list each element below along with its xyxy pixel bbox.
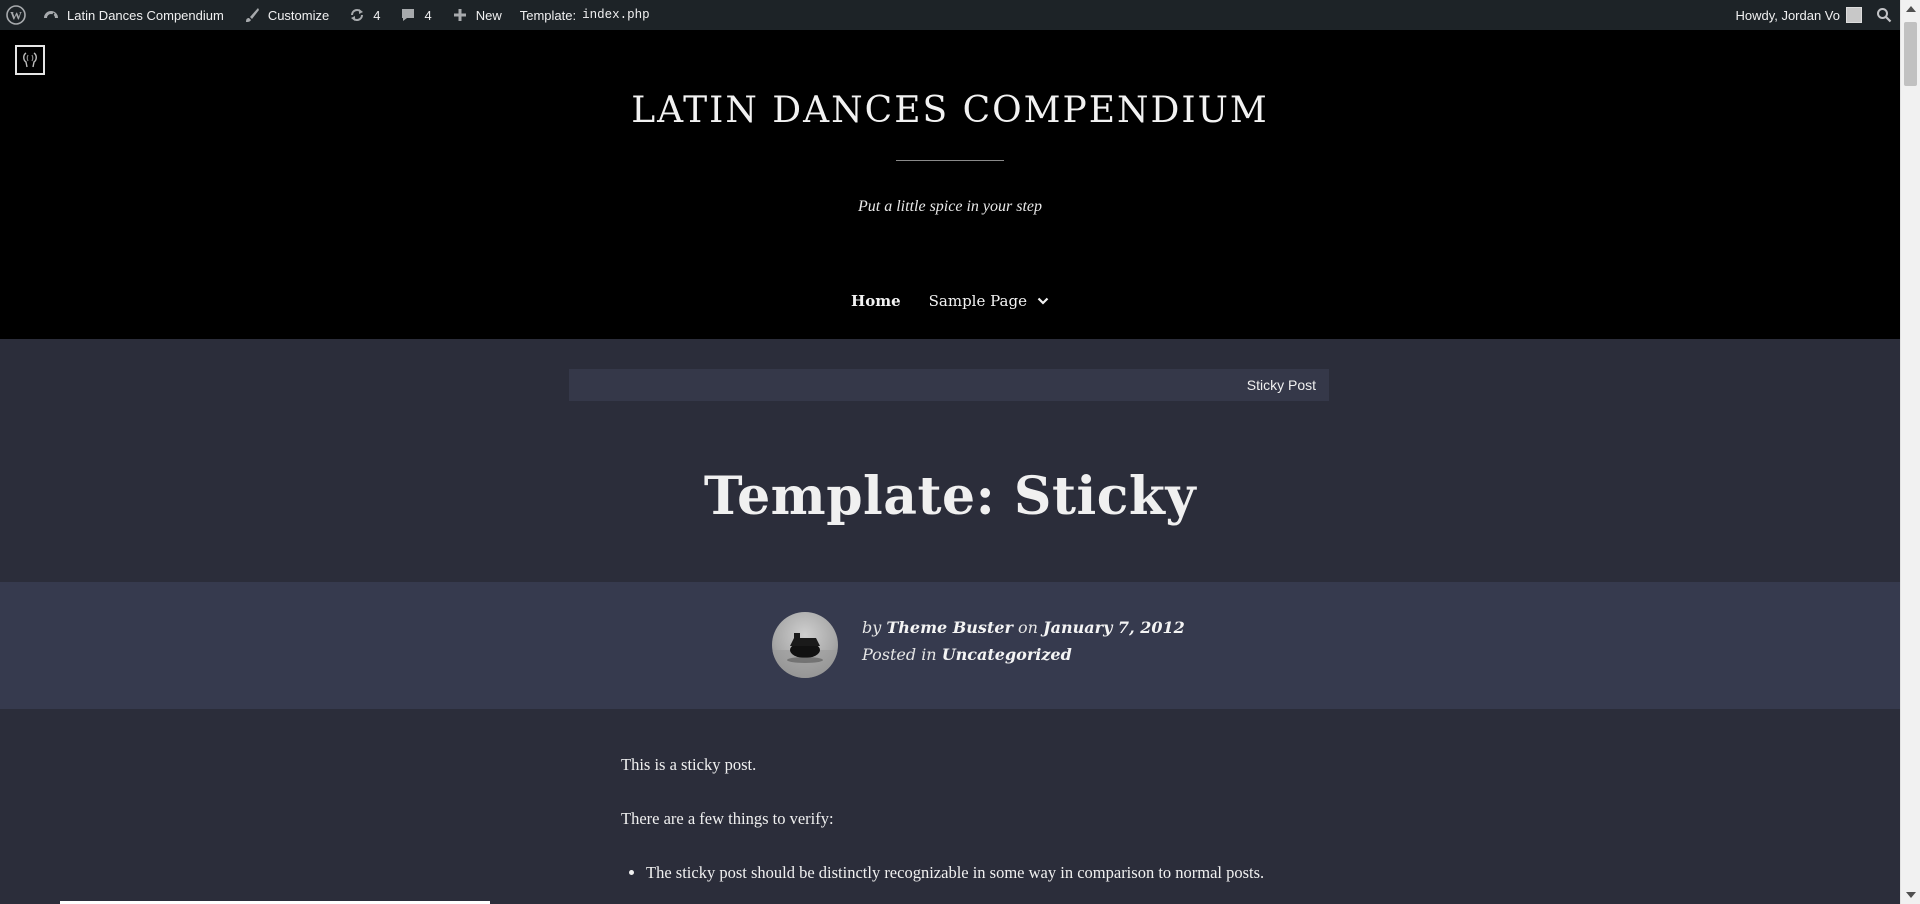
content-paragraph: There are a few things to verify:: [621, 809, 834, 828]
primary-navigation: Home Sample Page: [0, 292, 1900, 310]
category-link[interactable]: Uncategorized: [942, 645, 1072, 664]
comment-bubble-icon: [398, 5, 418, 25]
nav-item-sample-page[interactable]: Sample Page: [929, 292, 1049, 310]
template-label: Template:: [519, 7, 577, 23]
new-label: New: [475, 7, 502, 23]
content-list: The sticky post should be distinctly rec…: [646, 863, 1321, 883]
post-meta-band: by Theme Buster on January 7, 2012 Poste…: [0, 582, 1900, 709]
site-header: LATIN DANCES COMPENDIUM Put a little spi…: [0, 30, 1900, 339]
scroll-up-arrow-icon[interactable]: [1906, 6, 1916, 12]
category-line: Posted in Uncategorized: [862, 641, 1185, 668]
title-divider: [896, 160, 1004, 161]
author-link[interactable]: Theme Buster: [886, 618, 1013, 637]
wordpress-logo-button[interactable]: W: [0, 0, 32, 30]
scrollbar-thumb[interactable]: [1904, 22, 1917, 86]
search-icon: [1876, 7, 1892, 23]
list-item: The sticky post should be distinctly rec…: [646, 863, 1321, 883]
admin-bar: W Latin Dances Compendium Customize 4 4 …: [0, 0, 1900, 30]
admin-search-button[interactable]: [1868, 0, 1900, 30]
byline: by Theme Buster on January 7, 2012: [862, 614, 1185, 641]
posted-in-label: Posted in: [862, 645, 937, 664]
updates-icon: [347, 5, 367, 25]
page-scrollbar[interactable]: [1900, 0, 1920, 904]
site-tagline: Put a little spice in your step: [858, 198, 1042, 215]
castanets-logo-icon: [20, 50, 40, 70]
comments-link[interactable]: 4: [389, 0, 440, 30]
site-title[interactable]: LATIN DANCES COMPENDIUM: [0, 90, 1900, 131]
menu-toggle-button[interactable]: [15, 45, 45, 75]
user-avatar: [1846, 7, 1862, 23]
new-content-link[interactable]: New: [441, 0, 511, 30]
post-meta: by Theme Buster on January 7, 2012 Poste…: [862, 614, 1185, 668]
author-avatar[interactable]: [772, 612, 838, 678]
nav-item-sample-page-label: Sample Page: [928, 292, 1027, 310]
paintbrush-icon: [242, 5, 262, 25]
scroll-down-arrow-icon[interactable]: [1906, 892, 1916, 898]
comments-count: 4: [424, 7, 432, 23]
nav-item-home[interactable]: Home: [851, 292, 901, 310]
site-name-link[interactable]: Latin Dances Compendium: [32, 0, 233, 30]
customize-link[interactable]: Customize: [233, 0, 338, 30]
site-name-label: Latin Dances Compendium: [67, 7, 224, 23]
wordpress-logo-icon: W: [6, 5, 26, 25]
template-info[interactable]: Template: index.php: [511, 0, 659, 30]
updates-link[interactable]: 4: [338, 0, 389, 30]
customize-label: Customize: [267, 7, 330, 23]
post-date-link[interactable]: January 7, 2012: [1043, 618, 1185, 637]
plus-icon: [450, 5, 470, 25]
my-account-link[interactable]: Howdy, Jordan Vo: [1726, 0, 1868, 30]
svg-text:W: W: [10, 9, 22, 23]
on-label: on: [1018, 618, 1038, 637]
howdy-label: Howdy, Jordan Vo: [1735, 7, 1840, 23]
dashboard-icon: [41, 5, 61, 25]
updates-count: 4: [373, 7, 381, 23]
sticky-post-bar: Sticky Post: [569, 369, 1329, 401]
sticky-post-label: Sticky Post: [1246, 377, 1316, 393]
post-content: This is a sticky post. There are a few t…: [621, 755, 1321, 883]
chevron-down-icon[interactable]: [1037, 297, 1049, 305]
template-file: index.php: [582, 8, 650, 22]
post-title[interactable]: Template: Sticky: [0, 466, 1900, 527]
content-paragraph: This is a sticky post.: [621, 755, 757, 774]
by-label: by: [862, 618, 882, 637]
